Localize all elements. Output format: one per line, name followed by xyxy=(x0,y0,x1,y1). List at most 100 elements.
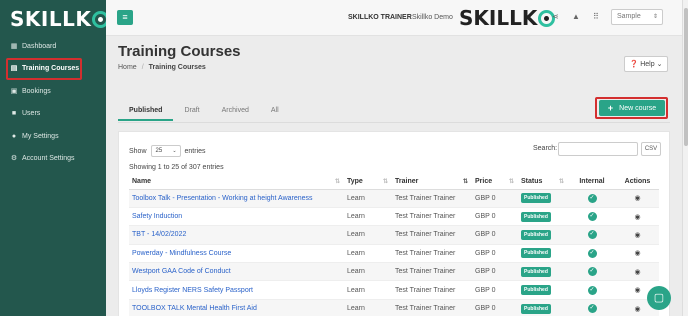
gear-icon: ⚙ xyxy=(10,155,18,162)
check-circle-icon: ✓ xyxy=(587,267,597,277)
menu-toggle-button[interactable]: ≡ xyxy=(117,10,133,25)
page-length-control: Show 25 ⌄ entries xyxy=(129,145,206,157)
column-header-name[interactable]: Name ⇅ xyxy=(129,174,344,190)
table-row: TBT - 14/02/2022 Learn Test Trainer Trai… xyxy=(129,225,659,245)
user-settings-icon: ● xyxy=(11,132,17,140)
tab-draft[interactable]: Draft xyxy=(173,103,210,121)
course-status: Published xyxy=(518,225,568,245)
sort-icon: ⇅ xyxy=(508,179,514,185)
course-status: Published xyxy=(518,244,568,264)
breadcrumb-separator: / xyxy=(141,64,144,71)
user-role: SKILLKO TRAINER xyxy=(348,14,412,21)
course-price: GBP 0 xyxy=(472,207,518,227)
course-price: GBP 0 xyxy=(472,244,518,264)
course-type: Learn xyxy=(344,280,392,300)
course-trainer: Test Trainer Trainer xyxy=(392,225,472,245)
eye-icon[interactable]: ◉ xyxy=(634,214,640,221)
chat-icon: ▢ xyxy=(653,292,665,304)
course-internal: ✓ xyxy=(568,189,616,208)
training-courses-highlight xyxy=(6,58,82,80)
search-input[interactable] xyxy=(558,142,638,156)
column-label: Trainer xyxy=(395,177,419,185)
courses-table: Name ⇅ Type ⇅ Trainer ⇅ Price ⇅ Status ⇅ Inte… xyxy=(129,174,659,316)
question-icon: ❓ xyxy=(629,61,639,68)
course-name-link[interactable]: Powerday - Mindfulness Course xyxy=(129,244,344,264)
course-type: Learn xyxy=(344,299,392,316)
vertical-scrollbar[interactable] xyxy=(682,0,688,316)
app-logo[interactable]: SKILLK xyxy=(10,7,110,31)
status-badge: Published xyxy=(521,229,551,240)
course-type: Learn xyxy=(344,225,392,245)
check-circle-icon: ✓ xyxy=(587,193,597,203)
tab-published[interactable]: Published xyxy=(118,103,174,121)
grid-icon: ▦ xyxy=(10,43,18,50)
sort-icon: ⇅ xyxy=(334,179,340,185)
table-row: Toolbox Talk - Presentation - Working at… xyxy=(129,189,659,208)
column-label: Actions xyxy=(624,177,651,185)
course-name-link[interactable]: Lloyds Register NERS Safety Passport xyxy=(129,280,344,300)
column-label: Name xyxy=(132,177,152,185)
csv-button[interactable]: CSV xyxy=(641,142,661,156)
entries-label: entries xyxy=(184,147,206,155)
eye-icon[interactable]: ◉ xyxy=(634,269,640,276)
status-tabs: Published Draft Archived All xyxy=(118,103,290,121)
logo-text: SKILLK xyxy=(10,7,92,31)
course-name-link[interactable]: TBT - 14/02/2022 xyxy=(129,225,344,245)
course-trainer: Test Trainer Trainer xyxy=(392,280,472,300)
column-header-price[interactable]: Price ⇅ xyxy=(472,174,518,190)
course-type: Learn xyxy=(344,207,392,227)
course-name-link[interactable]: Westport GAA Code of Conduct xyxy=(129,262,344,282)
sidebar-item-label: My Settings xyxy=(22,132,59,140)
tab-archived[interactable]: Archived xyxy=(211,103,260,121)
sidebar-item-my-settings[interactable]: ● My Settings xyxy=(10,129,59,143)
table-header-row: Name ⇅ Type ⇅ Trainer ⇅ Price ⇅ Status ⇅ Inte… xyxy=(129,174,659,190)
chevron-down-icon: ⌄ xyxy=(172,148,177,154)
course-trainer: Test Trainer Trainer xyxy=(392,262,472,282)
sidebar-item-label: Users xyxy=(22,109,41,117)
table-info: Showing 1 to 25 of 307 entries xyxy=(129,164,224,171)
eye-icon[interactable]: ◉ xyxy=(634,306,640,313)
chat-launcher-button[interactable]: ▢ xyxy=(647,286,671,310)
bookings-icon: ▣ xyxy=(10,88,18,95)
course-name-link[interactable]: TOOLBOX TALK Mental Health First Aid xyxy=(129,299,344,316)
check-circle-icon: ✓ xyxy=(587,285,597,295)
sidebar-item-users[interactable]: ■ Users xyxy=(10,106,40,120)
share-icon[interactable]: ⋖ xyxy=(552,12,559,21)
sidebar-item-label: Dashboard xyxy=(22,42,57,50)
column-header-internal[interactable]: Internal xyxy=(568,174,616,190)
page-length-value: 25 xyxy=(155,148,163,154)
eye-icon[interactable]: ◉ xyxy=(634,195,640,202)
course-price: GBP 0 xyxy=(472,262,518,282)
column-header-type[interactable]: Type ⇅ xyxy=(344,174,392,190)
eye-icon[interactable]: ◉ xyxy=(634,232,640,239)
sidebar-item-bookings[interactable]: ▣ Bookings xyxy=(10,84,51,98)
account-select[interactable]: Sample ⇕ xyxy=(611,9,663,25)
sidebar-item-dashboard[interactable]: ▦ Dashboard xyxy=(10,39,57,53)
bell-icon[interactable]: ▲ xyxy=(572,12,580,21)
eye-icon[interactable]: ◉ xyxy=(634,250,640,257)
course-actions: ◉ xyxy=(616,225,659,245)
course-name-link[interactable]: Safety Induction xyxy=(129,207,344,227)
chevron-down-icon: ⌄ xyxy=(656,61,663,68)
column-header-actions: Actions xyxy=(616,174,659,190)
course-actions: ◉ xyxy=(616,244,659,264)
breadcrumb-home[interactable]: Home xyxy=(118,64,137,71)
course-name-link[interactable]: Toolbox Talk - Presentation - Working at… xyxy=(129,189,344,208)
column-header-trainer[interactable]: Trainer ⇅ xyxy=(392,174,472,190)
page-title: Training Courses xyxy=(118,43,241,60)
column-label: Status xyxy=(521,177,543,185)
table-row: Safety Induction Learn Test Trainer Trai… xyxy=(129,207,659,227)
course-price: GBP 0 xyxy=(472,225,518,245)
page-length-select[interactable]: 25 ⌄ xyxy=(150,145,181,157)
help-button[interactable]: ❓ Help ⌄ xyxy=(624,56,668,72)
tab-all[interactable]: All xyxy=(260,103,290,121)
column-header-status[interactable]: Status ⇅ xyxy=(518,174,568,190)
scrollbar-thumb[interactable] xyxy=(684,8,688,146)
apps-icon[interactable]: ⠿ xyxy=(593,12,599,21)
sidebar-item-label: Account Settings xyxy=(22,154,75,162)
sidebar-item-account-settings[interactable]: ⚙ Account Settings xyxy=(10,151,75,165)
course-status: Published xyxy=(518,280,568,300)
course-actions: ◉ xyxy=(616,262,659,282)
course-status: Published xyxy=(518,189,568,208)
eye-icon[interactable]: ◉ xyxy=(634,287,640,294)
